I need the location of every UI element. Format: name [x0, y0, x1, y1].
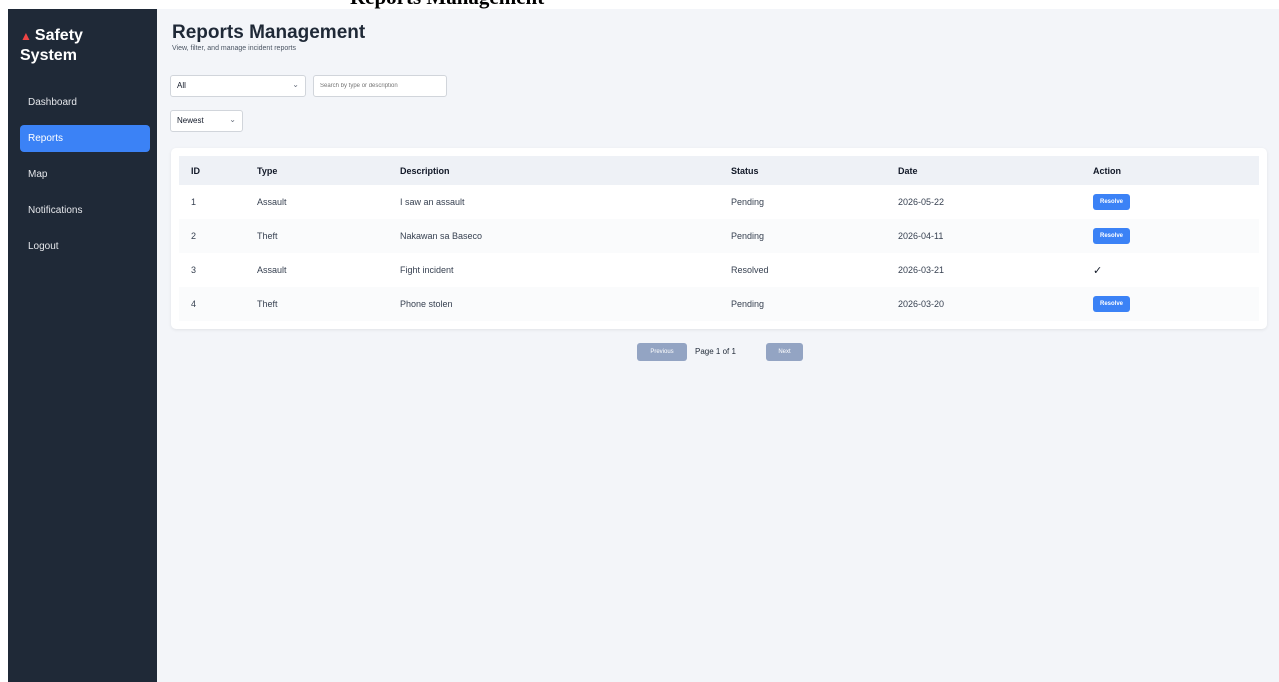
cell-date: 2026-03-20: [898, 299, 945, 309]
cell-status: Pending: [731, 197, 765, 207]
sidebar-item-dashboard[interactable]: Dashboard: [20, 89, 150, 116]
header-action: Action: [1093, 165, 1121, 176]
cell-status: Pending: [731, 299, 765, 309]
table-row: 3 Assault Fight incident Resolved 2026-0…: [179, 253, 1259, 287]
resolved-check-icon: ✓: [1093, 264, 1103, 277]
cell-type: Theft: [257, 231, 278, 241]
cell-action: ✓: [1093, 253, 1259, 287]
cell-action: Resolve: [1093, 219, 1259, 253]
chevron-down-icon: ⌄: [292, 80, 299, 89]
page-title: Reports Management: [172, 22, 366, 43]
previous-page-button[interactable]: Previous: [637, 343, 687, 361]
search-input[interactable]: [313, 75, 447, 97]
header-status: Status: [731, 165, 759, 176]
type-filter-value: All: [177, 81, 186, 90]
top-cut-heading-text: Reports Management: [350, 0, 544, 9]
brand: ▲ Safety System: [20, 26, 140, 66]
next-page-button[interactable]: Next: [766, 343, 803, 361]
cell-id: 2: [191, 231, 197, 241]
main-content: Reports Management View, filter, and man…: [157, 9, 1279, 682]
cell-action: Resolve: [1093, 185, 1259, 219]
sidebar-item-notifications[interactable]: Notifications: [20, 197, 150, 224]
sidebar: ▲ Safety System Dashboard Reports Map Not…: [8, 9, 157, 682]
sidebar-item-logout[interactable]: Logout: [20, 233, 150, 260]
page-indicator: Page 1 of 1: [695, 347, 736, 356]
table-row: 1 Assault I saw an assault Pending 2026-…: [179, 185, 1259, 219]
sidebar-item-reports[interactable]: Reports: [20, 125, 150, 152]
header-id: ID: [191, 165, 200, 176]
type-filter-select[interactable]: All ⌄: [170, 75, 306, 97]
cell-description: Nakawan sa Baseco: [400, 231, 483, 241]
cell-description: I saw an assault: [400, 197, 465, 207]
header-description: Description: [400, 165, 450, 176]
resolve-button[interactable]: Resolve: [1093, 296, 1131, 312]
sidebar-nav: Dashboard Reports Map Notifications Logo…: [20, 89, 150, 269]
cell-date: 2026-04-11: [898, 231, 944, 241]
chevron-down-icon: ⌄: [229, 115, 236, 124]
cell-status: Resolved: [731, 265, 769, 275]
cell-date: 2026-03-21: [898, 265, 945, 275]
cell-id: 4: [191, 299, 197, 309]
header-date: Date: [898, 165, 918, 176]
cell-action: Resolve: [1093, 287, 1259, 321]
cell-status: Pending: [731, 231, 765, 241]
page-subtitle: View, filter, and manage incident report…: [172, 45, 297, 52]
sidebar-item-map[interactable]: Map: [20, 161, 150, 188]
table-row: 4 Theft Phone stolen Pending 2026-03-20 …: [179, 287, 1259, 321]
warning-icon: ▲: [20, 29, 32, 43]
cell-type: Assault: [257, 197, 287, 207]
cell-description: Phone stolen: [400, 299, 453, 309]
cell-id: 3: [191, 265, 197, 275]
sort-select[interactable]: Newest ⌄: [170, 110, 243, 132]
sort-value: Newest: [177, 116, 204, 125]
cell-date: 2026-05-22: [898, 197, 945, 207]
resolve-button[interactable]: Resolve: [1093, 228, 1131, 244]
cell-description: Fight incident: [400, 265, 454, 275]
reports-table-card: ID Type Description Status Date Action 1…: [171, 148, 1267, 329]
top-cut-heading: Reports Management: [0, 0, 1279, 9]
table-header-row: ID Type Description Status Date Action: [179, 156, 1259, 185]
table-row: 2 Theft Nakawan sa Baseco Pending 2026-0…: [179, 219, 1259, 253]
reports-table: ID Type Description Status Date Action 1…: [179, 156, 1259, 321]
cell-id: 1: [191, 197, 197, 207]
cell-type: Theft: [257, 299, 278, 309]
header-type: Type: [257, 165, 278, 176]
cell-type: Assault: [257, 265, 287, 275]
resolve-button[interactable]: Resolve: [1093, 194, 1131, 210]
